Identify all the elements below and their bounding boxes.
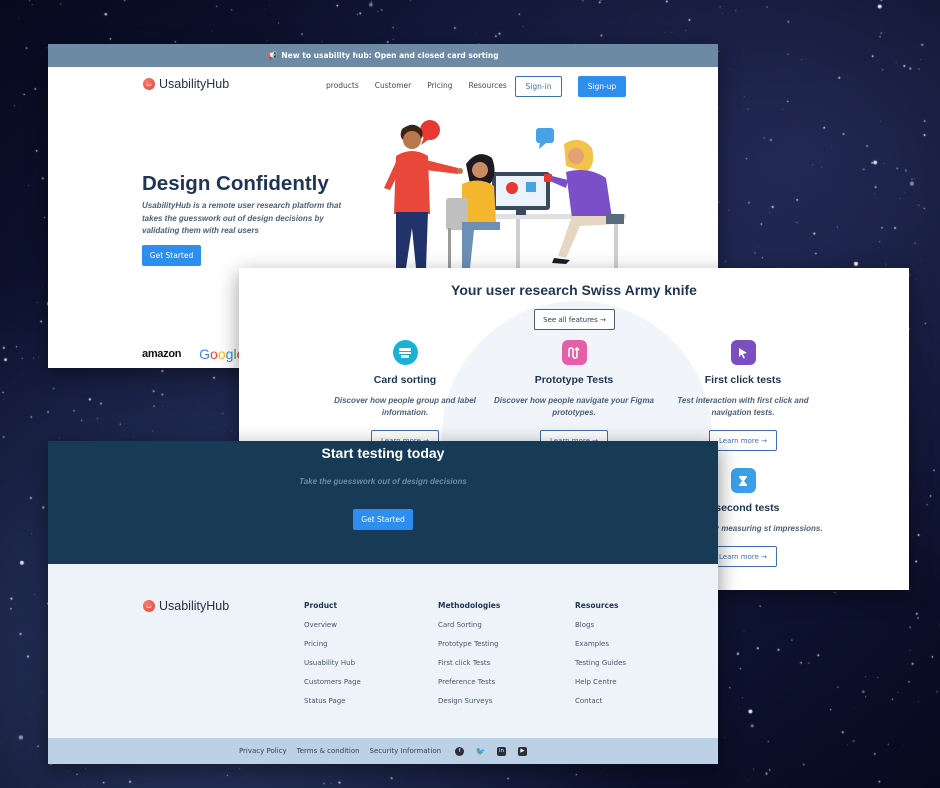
footer-link-examples[interactable]: Examples — [575, 640, 626, 659]
feature-description: Test interaction with first click and na… — [677, 396, 809, 417]
nav-link-pricing[interactable]: Pricing — [427, 81, 452, 90]
terms-link[interactable]: Terms & condition — [297, 747, 360, 755]
announcement-text: New to usability hub: Open and closed ca… — [281, 51, 499, 60]
nav-link-customer[interactable]: Customer — [375, 81, 411, 90]
footer-link-blogs[interactable]: Blogs — [575, 621, 626, 640]
brand-name: UsabilityHub — [159, 599, 230, 613]
top-navigation: UsabilityHub products Customer Pricing R… — [48, 67, 718, 107]
footer-link-usuability-hub[interactable]: Usuability Hub — [304, 659, 361, 678]
features-title: Your user research Swiss Army knife — [451, 282, 697, 298]
team-collaboration-illustration — [384, 120, 626, 268]
footer-heading: Product — [304, 601, 338, 610]
footer-link-first-click-tests[interactable]: First click Tests — [438, 659, 500, 678]
footer-heading: Resources — [575, 601, 619, 610]
footer-link-contact[interactable]: Contact — [575, 697, 626, 716]
footer-link-design-surveys[interactable]: Design Surveys — [438, 697, 500, 716]
feature-card-sorting: Card sorting Discover how people group a… — [320, 340, 490, 451]
footer-link-pricing[interactable]: Pricing — [304, 640, 361, 659]
footer-link-customers-page[interactable]: Customers Page — [304, 678, 361, 697]
privacy-policy-link[interactable]: Privacy Policy — [239, 747, 287, 755]
sign-in-button[interactable]: Sign-in — [515, 76, 562, 97]
usabilityhub-logo-icon — [143, 600, 155, 612]
megaphone-icon: 📢 — [267, 51, 278, 60]
twitter-icon[interactable]: 🐦 — [476, 747, 486, 756]
feature-title: Card sorting — [373, 374, 437, 386]
footer-link-testing-guides[interactable]: Testing Guides — [575, 659, 626, 678]
hero-title: Design Confidently — [142, 172, 329, 195]
nav-links: products Customer Pricing Resources — [326, 81, 523, 90]
footer-link-help-centre[interactable]: Help Centre — [575, 678, 626, 697]
footer-link-overview[interactable]: Overview — [304, 621, 361, 640]
footer-column-product: Product Overview Pricing Usuability Hub … — [304, 601, 361, 716]
see-all-features-button[interactable]: See all features → — [534, 309, 615, 330]
feature-description: Discover how people group and label info… — [334, 396, 476, 417]
google-logo: Google — [199, 346, 244, 362]
footer-link-card-sorting[interactable]: Card Sorting — [438, 621, 500, 640]
feature-title: First click tests — [704, 374, 782, 386]
feature-prototype-tests: Prototype Tests Discover how people navi… — [489, 340, 659, 451]
site-footer: UsabilityHub Product Overview Pricing Us… — [48, 564, 718, 738]
prototype-icon — [561, 340, 587, 365]
hourglass-icon — [730, 468, 756, 493]
get-started-button[interactable]: Get Started — [142, 245, 201, 266]
footer-screenshot: Start testing today Take the guesswork o… — [48, 441, 718, 764]
cta-band: Start testing today Take the guesswork o… — [48, 441, 718, 564]
usabilityhub-logo-icon — [143, 78, 155, 90]
cta-subtitle: Take the guesswork out of design decisio… — [299, 477, 467, 486]
facebook-icon[interactable]: f — [455, 746, 465, 756]
footer-column-resources: Resources Blogs Examples Testing Guides … — [575, 601, 626, 716]
cta-get-started-button[interactable]: Get Started — [353, 509, 413, 530]
learn-more-button[interactable]: Learn more → — [709, 430, 777, 451]
hero-subtitle: UsabilityHub is a remote user research p… — [142, 201, 342, 235]
card-sorting-icon — [392, 340, 418, 365]
feature-title: Prototype Tests — [534, 374, 614, 386]
footer-brand-logo[interactable]: UsabilityHub — [143, 599, 229, 613]
nav-link-products[interactable]: products — [326, 81, 359, 90]
cursor-click-icon — [730, 340, 756, 365]
nav-link-resources[interactable]: Resources — [468, 81, 506, 90]
footer-link-preference-tests[interactable]: Preference Tests — [438, 678, 500, 697]
footer-heading: Methodologies — [438, 601, 501, 610]
youtube-icon[interactable]: ▶ — [518, 746, 528, 756]
footer-link-status-page[interactable]: Status Page — [304, 697, 361, 716]
footer-column-methodologies: Methodologies Card Sorting Prototype Tes… — [438, 601, 500, 716]
feature-first-click-tests: First click tests Test interaction with … — [658, 340, 828, 451]
amazon-logo: amazon — [142, 348, 182, 360]
brand-logo[interactable]: UsabilityHub — [143, 77, 229, 91]
linkedin-icon[interactable]: in — [497, 746, 507, 756]
legal-bar: Privacy Policy Terms & condition Securit… — [48, 738, 718, 764]
security-information-link[interactable]: Security Information — [370, 747, 442, 755]
footer-link-prototype-testing[interactable]: Prototype Testing — [438, 640, 500, 659]
feature-description: Discover how people navigate your Figma … — [493, 396, 655, 417]
announcement-bar[interactable]: 📢 New to usability hub: Open and closed … — [48, 44, 718, 67]
learn-more-button[interactable]: Learn more → — [709, 546, 777, 567]
sign-up-button[interactable]: Sign-up — [578, 76, 626, 97]
cta-title: Start testing today — [321, 445, 445, 461]
customer-logos: amazon Google — [142, 346, 244, 362]
brand-name: UsabilityHub — [159, 77, 230, 91]
